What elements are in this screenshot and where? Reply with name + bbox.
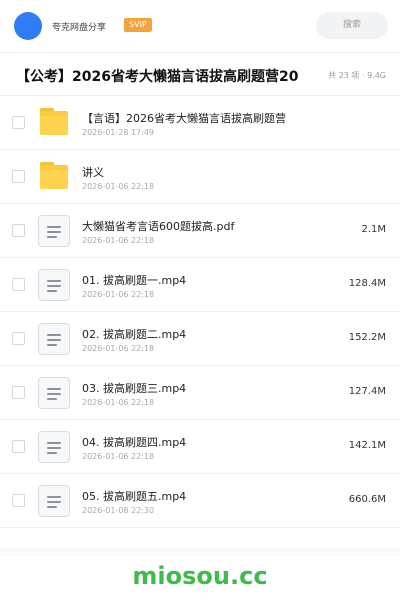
- folder-meta: 共 23 项 · 9.4G: [328, 71, 386, 80]
- file-row[interactable]: 05. 拔高刷题五.mp4 2026-01-08 22:30 660.6M: [0, 474, 400, 528]
- file-row[interactable]: 04. 拔高刷题四.mp4 2026-01-06 22:18 142.1M: [0, 420, 400, 474]
- document-icon: [38, 377, 70, 409]
- file-size: 142.1M: [348, 440, 386, 451]
- svip-badge: SVIP: [124, 18, 152, 32]
- search-button[interactable]: 搜索: [316, 12, 388, 39]
- file-name[interactable]: 02. 拔高刷题二.mp4: [82, 326, 186, 342]
- folder-row[interactable]: 【言语】2026省考大懒猫言语拔高刷题营 2026-01-28 17:49: [0, 96, 400, 150]
- file-date: 2026-01-06 22:18: [82, 236, 155, 245]
- file-date: 2026-01-06 22:18: [82, 290, 155, 299]
- share-header: 夸克网盘分享 SVIP 搜索: [0, 0, 400, 52]
- row-checkbox[interactable]: [12, 116, 25, 129]
- row-checkbox[interactable]: [12, 440, 25, 453]
- file-date: 2026-01-06 22:18: [82, 182, 155, 191]
- file-date: 2026-01-28 17:49: [82, 128, 155, 137]
- document-icon: [38, 269, 70, 301]
- folder-icon: [38, 161, 70, 193]
- folder-row[interactable]: 讲义 2026-01-06 22:18: [0, 150, 400, 204]
- row-checkbox[interactable]: [12, 278, 25, 291]
- file-size: 128.4M: [348, 278, 386, 289]
- file-name[interactable]: 【言语】2026省考大懒猫言语拔高刷题营: [82, 110, 286, 126]
- row-checkbox[interactable]: [12, 224, 25, 237]
- folder-title-bar: 【公考】2026省考大懒猫言语拔高刷题营20 共 23 项 · 9.4G: [0, 56, 400, 94]
- file-row[interactable]: 01. 拔高刷题一.mp4 2026-01-06 22:18 128.4M: [0, 258, 400, 312]
- file-row[interactable]: 03. 拔高刷题三.mp4 2026-01-06 22:18 127.4M: [0, 366, 400, 420]
- document-icon: [38, 323, 70, 355]
- row-checkbox[interactable]: [12, 332, 25, 345]
- watermark: miosou.cc: [132, 562, 268, 590]
- file-size: 660.6M: [348, 494, 386, 505]
- row-checkbox[interactable]: [12, 494, 25, 507]
- file-date: 2026-01-08 22:30: [82, 506, 155, 515]
- document-icon: [38, 485, 70, 517]
- file-name[interactable]: 03. 拔高刷题三.mp4: [82, 380, 186, 396]
- file-name[interactable]: 讲义: [82, 164, 104, 180]
- file-size: 152.2M: [348, 332, 386, 343]
- file-row[interactable]: 大懒猫省考言语600题拔高.pdf 2026-01-06 22:18 2.1M: [0, 204, 400, 258]
- document-icon: [38, 431, 70, 463]
- row-checkbox[interactable]: [12, 386, 25, 399]
- file-size: 2.1M: [361, 224, 386, 235]
- row-checkbox[interactable]: [12, 170, 25, 183]
- file-date: 2026-01-06 22:18: [82, 398, 155, 407]
- file-row[interactable]: 02. 拔高刷题二.mp4 2026-01-06 22:18 152.2M: [0, 312, 400, 366]
- file-date: 2026-01-06 22:18: [82, 452, 155, 461]
- document-icon: [38, 215, 70, 247]
- file-size: 127.4M: [348, 386, 386, 397]
- file-list: 【言语】2026省考大懒猫言语拔高刷题营 2026-01-28 17:49 讲义 20…: [0, 96, 400, 528]
- file-name[interactable]: 05. 拔高刷题五.mp4: [82, 488, 186, 504]
- file-name[interactable]: 04. 拔高刷题四.mp4: [82, 434, 186, 450]
- header-divider: [0, 52, 400, 53]
- avatar[interactable]: [14, 12, 42, 40]
- file-name[interactable]: 01. 拔高刷题一.mp4: [82, 272, 186, 288]
- share-name: 夸克网盘分享: [52, 23, 107, 33]
- file-name[interactable]: 大懒猫省考言语600题拔高.pdf: [82, 218, 234, 234]
- file-date: 2026-01-06 22:18: [82, 344, 155, 353]
- folder-title: 【公考】2026省考大懒猫言语拔高刷题营20: [16, 69, 299, 85]
- folder-icon: [38, 107, 70, 139]
